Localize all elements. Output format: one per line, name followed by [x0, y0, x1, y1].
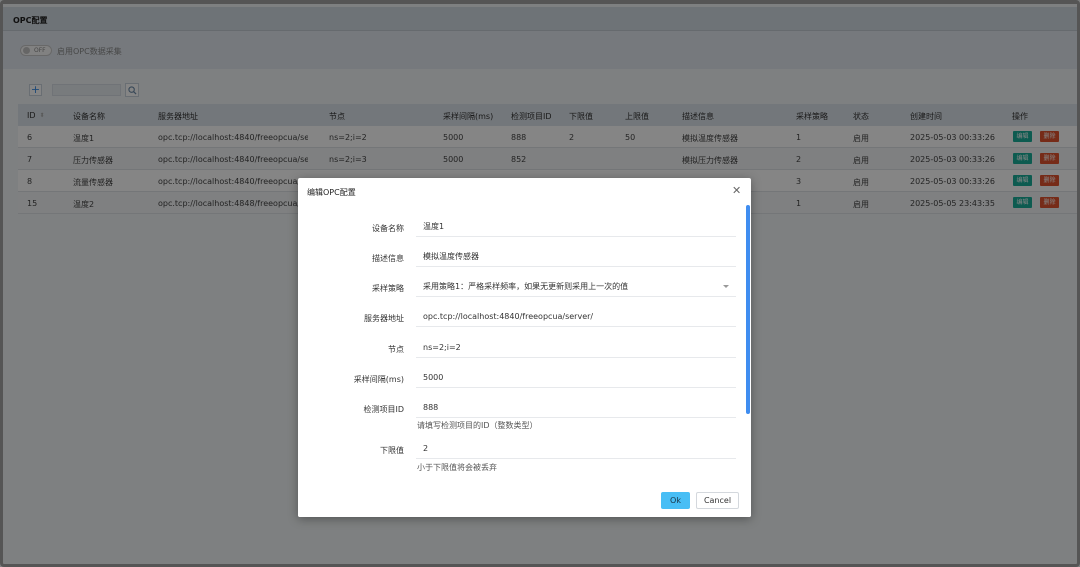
dialog-title: 编辑OPC配置: [307, 188, 356, 197]
low-limit-field[interactable]: 2: [416, 439, 736, 459]
field-label-low: 下限值: [380, 446, 404, 455]
field-label-server: 服务器地址: [364, 314, 404, 323]
server-address-field[interactable]: opc.tcp://localhost:4840/freeopcua/serve…: [416, 307, 736, 327]
field-label-node: 节点: [388, 345, 404, 354]
dialog-scrollbar[interactable]: [746, 205, 750, 414]
field-label-item-id: 检测项目ID: [363, 405, 404, 414]
strategy-select-value: 采用策略1：严格采样频率，如果无更新则采用上一次的值: [423, 282, 629, 291]
strategy-select[interactable]: 采用策略1：严格采样频率，如果无更新则采用上一次的值: [416, 277, 736, 297]
item-id-field[interactable]: 888: [416, 398, 736, 418]
ok-button[interactable]: Ok: [661, 492, 690, 509]
node-field[interactable]: ns=2;i=2: [416, 338, 736, 358]
interval-field[interactable]: 5000: [416, 368, 736, 388]
low-limit-hint: 小于下限值将会被丢弃: [417, 463, 497, 472]
edit-opc-config-dialog: 编辑OPC配置 ✕ 设备名称 温度1 描述信息 模拟温度传感器 采样策略 采用策…: [298, 178, 751, 517]
item-id-hint: 请填写检测项目的ID（整数类型）: [417, 421, 538, 430]
description-field[interactable]: 模拟温度传感器: [416, 247, 736, 267]
field-label-interval: 采样间隔(ms): [353, 375, 404, 384]
field-label-strategy: 采样策略: [372, 284, 404, 293]
cancel-button[interactable]: Cancel: [696, 492, 739, 509]
chevron-down-icon: [723, 285, 729, 288]
close-icon[interactable]: ✕: [732, 184, 741, 197]
field-label-description: 描述信息: [372, 254, 404, 263]
field-label-device-name: 设备名称: [372, 224, 404, 233]
device-name-field[interactable]: 温度1: [416, 217, 736, 237]
